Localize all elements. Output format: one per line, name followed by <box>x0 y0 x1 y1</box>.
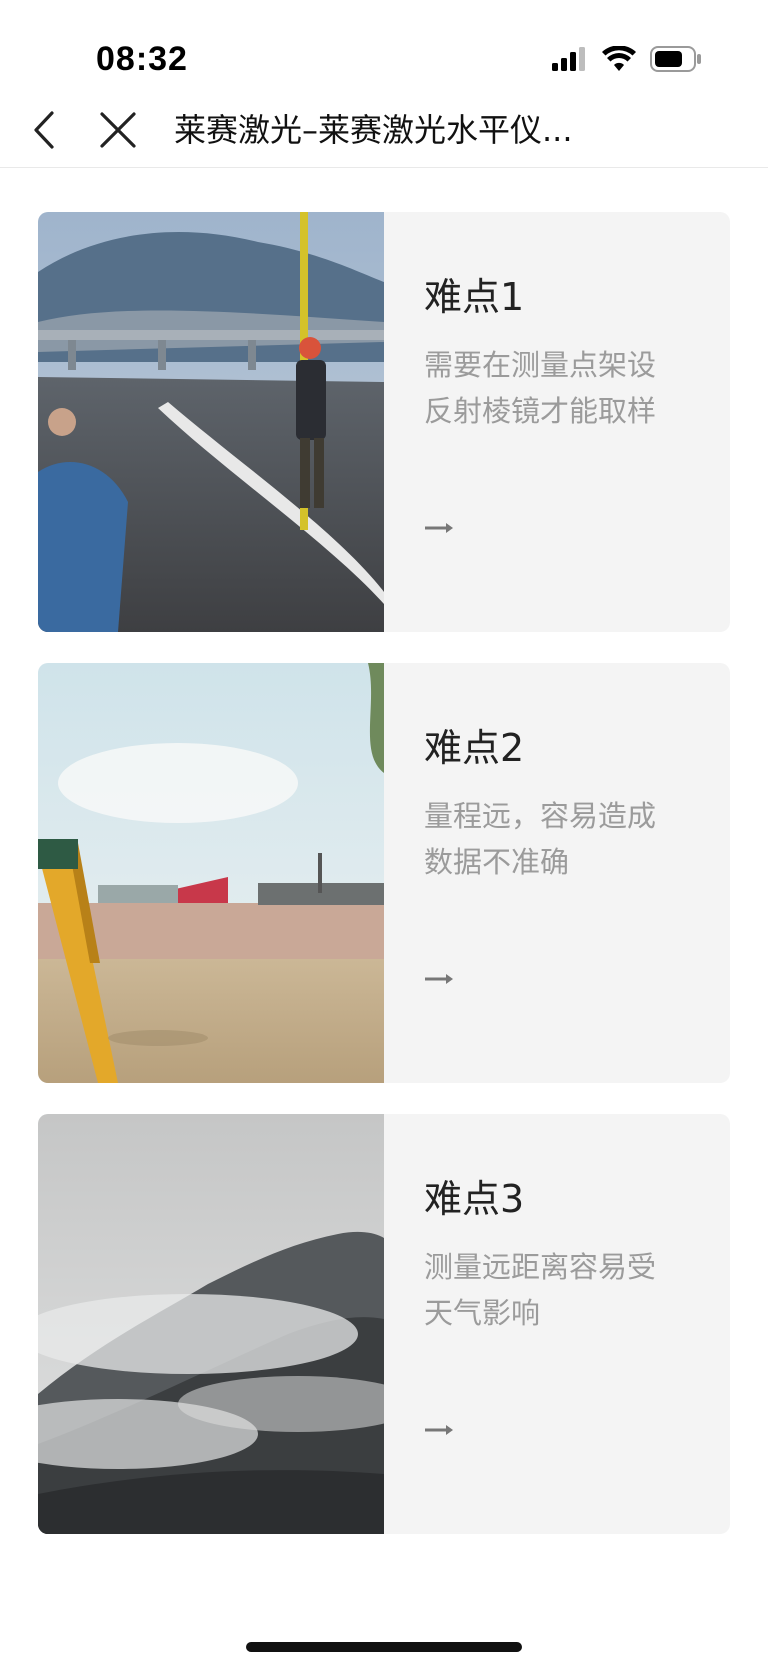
card-image-surveying-site <box>38 212 384 632</box>
page-title: 莱赛激光–莱赛激光水平仪... <box>174 111 573 149</box>
close-icon <box>100 112 136 148</box>
status-icons <box>552 46 702 72</box>
card-body: 难点2 量程远，容易造成数据不准确 <box>384 663 730 1083</box>
difficulty-card-list: 难点1 需要在测量点架设反射棱镜才能取样 难点2 量程远，容易造成数据不准确 难… <box>38 212 730 1565</box>
card-image-foggy-mountains <box>38 1114 384 1534</box>
card-body: 难点1 需要在测量点架设反射棱镜才能取样 <box>384 212 730 632</box>
card-title: 难点1 <box>424 275 525 319</box>
cellular-signal-icon <box>552 47 585 71</box>
arrow-right-icon <box>425 1425 453 1435</box>
card-title: 难点2 <box>424 726 525 770</box>
card-image-bridge-construction <box>38 663 384 1083</box>
back-button[interactable] <box>20 102 68 158</box>
chevron-left-icon <box>34 111 54 149</box>
difficulty-card-2[interactable]: 难点2 量程远，容易造成数据不准确 <box>38 663 730 1083</box>
card-description: 量程远，容易造成数据不准确 <box>424 799 657 879</box>
close-button[interactable] <box>94 102 142 158</box>
home-indicator[interactable] <box>246 1642 522 1652</box>
card-description: 测量远距离容易受天气影响 <box>424 1250 657 1330</box>
card-description: 需要在测量点架设反射棱镜才能取样 <box>424 348 657 428</box>
arrow-right-icon <box>425 974 453 984</box>
battery-icon <box>650 46 701 72</box>
status-time: 08:32 <box>96 40 188 78</box>
card-body: 难点3 测量远距离容易受天气影响 <box>384 1114 730 1534</box>
difficulty-card-3[interactable]: 难点3 测量远距离容易受天气影响 <box>38 1114 730 1534</box>
status-bar: 08:32 <box>0 0 768 92</box>
arrow-right-icon <box>425 523 453 533</box>
navigation-bar: 莱赛激光–莱赛激光水平仪... <box>0 92 768 168</box>
difficulty-card-1[interactable]: 难点1 需要在测量点架设反射棱镜才能取样 <box>38 212 730 632</box>
card-title: 难点3 <box>424 1177 525 1221</box>
wifi-icon <box>602 46 636 71</box>
